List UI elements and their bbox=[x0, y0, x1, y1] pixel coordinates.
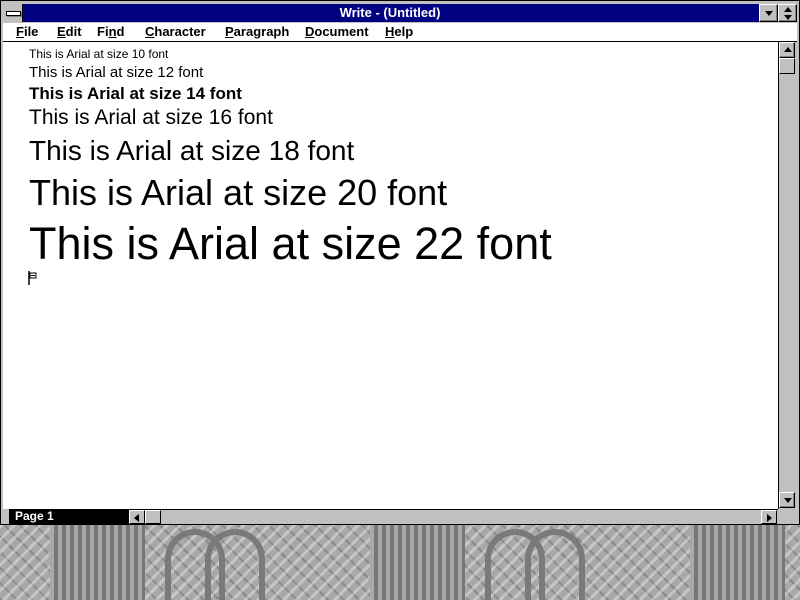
vertical-scrollbar[interactable] bbox=[778, 42, 795, 509]
desktop-wallpaper bbox=[0, 525, 800, 600]
scrollbar-corner bbox=[778, 509, 795, 524]
menu-find[interactable]: Find bbox=[97, 24, 124, 40]
menu-paragraph-accel: P bbox=[225, 24, 234, 39]
page-indicator: Page 1 bbox=[9, 509, 129, 524]
document-line: This is Arial at size 18 font bbox=[29, 135, 355, 166]
menu-find-accel: n bbox=[108, 24, 117, 39]
maximize-icon bbox=[784, 7, 792, 12]
menu-edit-label: dit bbox=[65, 24, 82, 39]
scroll-right-glyph bbox=[762, 511, 776, 523]
wallpaper-arch bbox=[205, 529, 265, 600]
menu-character-accel: C bbox=[145, 24, 155, 39]
end-of-document-mark-icon bbox=[28, 271, 37, 285]
restore-icon bbox=[784, 15, 792, 20]
menu-document-label: ocument bbox=[314, 24, 369, 39]
menu-file-accel: F bbox=[16, 24, 24, 39]
menu-character-label: haracter bbox=[154, 24, 206, 39]
wallpaper-tile bbox=[690, 525, 785, 600]
scroll-left-glyph bbox=[130, 511, 144, 523]
window-title: Write - (Untitled) bbox=[339, 5, 441, 20]
arrow-left-icon bbox=[134, 514, 139, 522]
horizontal-scroll-thumb[interactable] bbox=[145, 510, 161, 524]
system-menu-icon bbox=[6, 11, 21, 16]
arrow-down-icon bbox=[784, 498, 792, 503]
document-line: This is Arial at size 10 font bbox=[29, 47, 169, 61]
title-bar[interactable]: Write - (Untitled) bbox=[3, 4, 797, 22]
document-area[interactable]: This is Arial at size 10 font This is Ar… bbox=[3, 42, 778, 509]
scroll-down-button[interactable] bbox=[779, 492, 795, 508]
scroll-left-button[interactable] bbox=[129, 510, 145, 524]
wallpaper-tile bbox=[370, 525, 465, 600]
menu-document[interactable]: Document bbox=[305, 24, 369, 40]
scroll-right-button[interactable] bbox=[761, 510, 777, 524]
document-line: This is Arial at size 20 font bbox=[29, 172, 448, 213]
menu-edit[interactable]: Edit bbox=[57, 24, 82, 40]
document-line: This is Arial at size 16 font bbox=[29, 106, 273, 129]
menu-paragraph[interactable]: Paragraph bbox=[225, 24, 289, 40]
arrow-up-icon bbox=[784, 47, 792, 52]
document-line: This is Arial at size 14 font bbox=[29, 84, 242, 103]
menu-bar: File Edit Find Character Paragraph Docum… bbox=[3, 23, 797, 42]
menu-help-accel: H bbox=[385, 24, 395, 39]
menu-character[interactable]: Character bbox=[145, 24, 206, 40]
minimize-button[interactable] bbox=[759, 4, 778, 22]
minimize-icon bbox=[765, 11, 773, 16]
wallpaper-arch bbox=[525, 529, 585, 600]
menu-file-label: ile bbox=[23, 24, 39, 39]
menu-file[interactable]: File bbox=[16, 24, 38, 40]
menu-paragraph-label: aragraph bbox=[233, 24, 290, 39]
document-line: This is Arial at size 22 font bbox=[29, 218, 552, 269]
horizontal-scrollbar[interactable] bbox=[129, 509, 778, 524]
arrow-right-icon bbox=[767, 514, 772, 522]
menu-help-label: elp bbox=[394, 24, 414, 39]
write-window: Write - (Untitled) File Edit Find Charac… bbox=[0, 0, 800, 525]
menu-help[interactable]: Help bbox=[385, 24, 413, 40]
menu-find-pre: Fi bbox=[97, 24, 109, 39]
menu-edit-accel: E bbox=[57, 24, 66, 39]
system-menu-button[interactable] bbox=[3, 4, 23, 22]
scroll-up-button[interactable] bbox=[779, 42, 795, 58]
maximize-button[interactable] bbox=[778, 4, 797, 22]
menu-find-label: d bbox=[116, 24, 125, 39]
document-line: This is Arial at size 12 font bbox=[29, 64, 204, 81]
vertical-scroll-thumb[interactable] bbox=[779, 58, 795, 74]
wallpaper-tile bbox=[50, 525, 145, 600]
menu-document-accel: D bbox=[305, 24, 315, 39]
